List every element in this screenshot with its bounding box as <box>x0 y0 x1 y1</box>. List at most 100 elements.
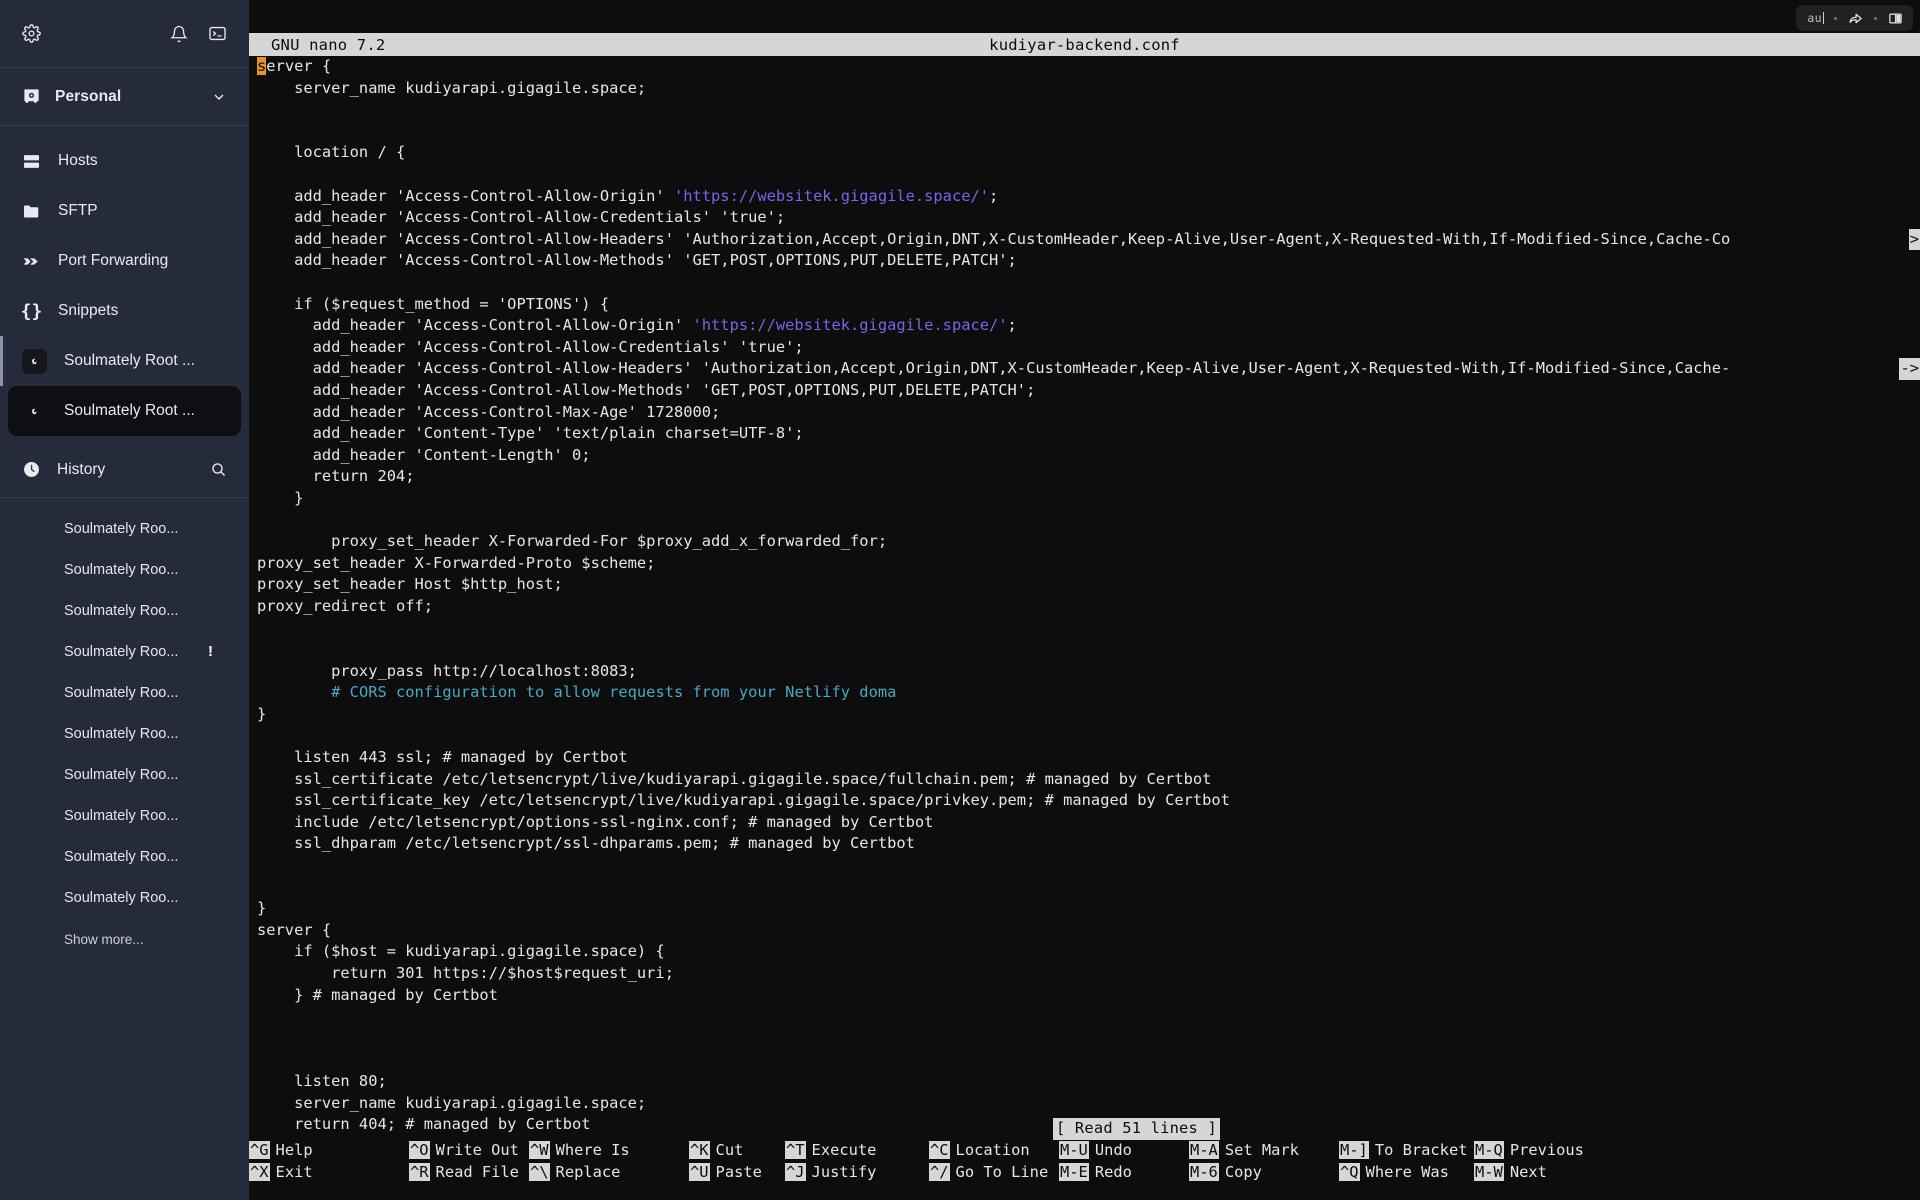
workspace-label: Personal <box>55 87 122 105</box>
shortcut-location[interactable]: ^C Location <box>929 1141 1030 1159</box>
code-text: } <box>257 704 267 723</box>
code-line: proxy_set_header X-Forwarded-For $proxy_… <box>249 531 1920 553</box>
shortcut-to-bracket[interactable]: M-] To Bracket <box>1339 1141 1467 1159</box>
shortcut-redo[interactable]: M-E Redo <box>1059 1163 1132 1181</box>
workspace-selector[interactable]: Personal <box>0 68 249 126</box>
list-item[interactable]: Soulmately Roo...! <box>0 631 249 672</box>
chevron-down-icon[interactable] <box>211 89 227 105</box>
clock-icon <box>22 460 41 479</box>
list-item[interactable]: Soulmately Roo... <box>0 590 249 631</box>
list-item[interactable]: Soulmately Roo... <box>0 672 249 713</box>
history-item-label: Soulmately Roo... <box>64 807 179 824</box>
quick-search-input[interactable]: au <box>1802 9 1827 27</box>
window-controls: au <box>1796 5 1913 31</box>
sidebar-item-hosts[interactable]: Hosts <box>0 136 249 186</box>
status-message: [ Read 51 lines ] <box>1053 1118 1220 1140</box>
list-item[interactable]: Soulmately Roo... <box>0 713 249 754</box>
shortcut-write-out[interactable]: ^O Write Out <box>409 1141 519 1159</box>
show-more-button[interactable]: Show more... <box>0 918 249 952</box>
code-line: } # managed by Certbot <box>249 985 1920 1007</box>
shortcut-paste[interactable]: ^U Paste <box>689 1163 762 1181</box>
shortcut-justify[interactable]: ^J Justify <box>785 1163 876 1181</box>
shortcut-go-to-line[interactable]: ^/ Go To Line <box>929 1163 1048 1181</box>
code-line: } <box>249 704 1920 726</box>
sidebar-item-label: Port Forwarding <box>58 252 169 269</box>
shortcut-label: Undo <box>1094 1141 1132 1159</box>
list-item[interactable]: Soulmately Roo... <box>0 508 249 549</box>
gear-icon[interactable] <box>22 24 41 43</box>
code-line: add_header 'Access-Control-Allow-Headers… <box>249 228 1920 251</box>
shortcut-execute[interactable]: ^T Execute <box>785 1141 876 1159</box>
history-label: History <box>57 460 106 478</box>
shortcut-label: Location <box>955 1141 1030 1159</box>
sidebar-item-snippets[interactable]: {} Snippets <box>0 286 249 336</box>
code-comment: # CORS configuration to allow requests f… <box>331 683 897 702</box>
shortcut-copy[interactable]: M-6 Copy <box>1189 1163 1262 1181</box>
shortcut-label: Next <box>1509 1163 1547 1181</box>
terminal-icon[interactable] <box>208 24 227 43</box>
shortcut-cut[interactable]: ^K Cut <box>689 1141 743 1159</box>
sidebar-item-host-soulmately-root-2[interactable]: Soulmately Root ... <box>8 386 241 436</box>
editor-text-area[interactable]: server { server_name kudiyarapi.gigagile… <box>249 56 1920 1136</box>
list-item[interactable]: Soulmately Roo... <box>0 549 249 590</box>
code-url: 'https://websitek.gigagile.space/' <box>692 316 1008 335</box>
code-text: add_header 'Access-Control-Max-Age' 1728… <box>257 402 721 421</box>
share-arrow-icon[interactable] <box>1844 11 1867 26</box>
code-line: location / { <box>249 142 1920 164</box>
shortcut-label: Replace <box>555 1163 621 1181</box>
list-item[interactable]: Soulmately Roo... <box>0 754 249 795</box>
shortcut-replace[interactable]: ^\ Replace <box>529 1163 620 1181</box>
code-text: listen 443 ssl; # managed by Certbot <box>257 748 628 766</box>
code-line: ssl_dhparam /etc/letsencrypt/ssl-dhparam… <box>249 833 1920 855</box>
shortcut-read-file[interactable]: ^R Read File <box>409 1163 519 1181</box>
code-text: listen 80; <box>257 1071 387 1090</box>
bell-icon[interactable] <box>170 25 188 43</box>
code-line: add_header 'Content-Type' 'text/plain ch… <box>249 423 1920 445</box>
history-section-header[interactable]: History <box>0 442 249 498</box>
shortcut-where-is[interactable]: ^W Where Is <box>529 1141 630 1159</box>
split-pane-icon[interactable] <box>1884 11 1907 26</box>
shortcut-key: ^W <box>529 1141 550 1159</box>
shortcut-label: Read File <box>435 1163 519 1181</box>
code-text: proxy_set_header X-Forwarded-For $proxy_… <box>257 532 888 551</box>
sidebar-item-sftp[interactable]: SFTP <box>0 186 249 236</box>
shortcut-previous[interactable]: M-Q Previous <box>1474 1141 1584 1159</box>
port-forward-icon <box>22 252 41 271</box>
code-line: server_name kudiyarapi.gigagile.space; <box>249 1093 1920 1115</box>
shortcut-row-2: ^X Exit ^R Read File ^\ Replace ^U Paste ^J Justi… <box>249 1161 1920 1183</box>
code-text: add_header 'Content-Length' 0; <box>257 445 591 464</box>
history-list: Soulmately Roo... Soulmately Roo... Soul… <box>0 498 249 952</box>
list-item[interactable]: Soulmately Roo... <box>0 877 249 918</box>
shortcut-row-1: ^G Help ^O Write Out ^W Where Is ^K Cut ^T Execut… <box>249 1139 1920 1161</box>
code-text: add_header 'Access-Control-Allow-Headers… <box>257 229 1731 248</box>
code-line: add_header 'Access-Control-Allow-Credent… <box>249 207 1920 229</box>
shortcut-key: M-Q <box>1474 1141 1504 1159</box>
line-wrap-marker: > <box>1908 228 1920 251</box>
code-text: add_header 'Access-Control-Allow-Credent… <box>257 208 786 227</box>
history-item-label: Soulmately Roo... <box>64 766 179 783</box>
code-text: add_header 'Access-Control-Allow-Methods… <box>257 251 1017 270</box>
nano-filename: kudiyar-backend.conf <box>989 35 1180 54</box>
shortcut-set-mark[interactable]: M-A Set Mark <box>1189 1141 1299 1159</box>
list-item[interactable]: Soulmately Roo... <box>0 795 249 836</box>
code-text: ssl_dhparam /etc/letsencrypt/ssl-dhparam… <box>257 834 915 853</box>
code-line: server_name kudiyarapi.gigagile.space; <box>249 78 1920 100</box>
list-item[interactable]: Soulmately Roo... <box>0 836 249 877</box>
shortcut-help[interactable]: ^G Help <box>249 1141 313 1159</box>
search-icon[interactable] <box>210 461 227 478</box>
shortcut-next[interactable]: M-W Next <box>1474 1163 1547 1181</box>
code-text: erver { <box>266 57 332 75</box>
sidebar-item-port-forwarding[interactable]: Port Forwarding <box>0 236 249 286</box>
shortcut-key: ^\ <box>529 1163 550 1181</box>
text-caret <box>1823 12 1824 24</box>
shortcut-where-was[interactable]: ^Q Where Was <box>1339 1163 1449 1181</box>
shortcut-undo[interactable]: M-U Undo <box>1059 1141 1132 1159</box>
code-url: 'https://websitek.gigagile.space/' <box>673 186 990 205</box>
shortcut-exit[interactable]: ^X Exit <box>249 1163 313 1181</box>
sidebar-item-host-soulmately-root-1[interactable]: Soulmately Root ... <box>0 336 249 386</box>
